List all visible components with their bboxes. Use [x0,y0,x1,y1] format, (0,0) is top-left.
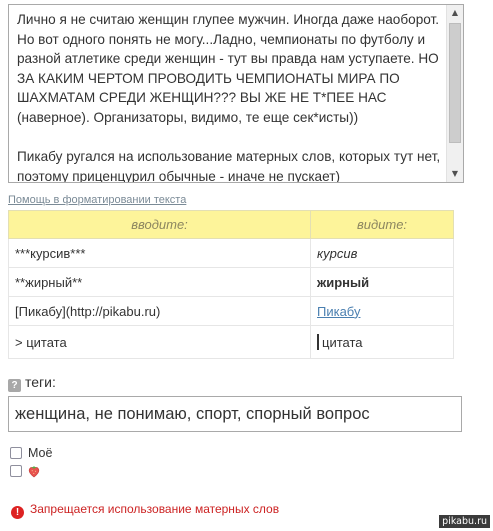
post-textarea[interactable]: Лично я не считаю женщин глупее мужчин. … [8,4,464,183]
table-row: ***курсив*** курсив [8,238,454,268]
table-cell-output: курсив [310,238,454,268]
strawberry-icon [28,464,40,481]
table-header-input: вводите: [8,210,311,239]
table-cell-output: Пикабу [310,296,454,326]
textarea-scrollbar[interactable]: ▲ ▼ [446,5,463,182]
post-textarea-content[interactable]: Лично я не считаю женщин глупее мужчин. … [17,10,445,183]
mine-checkbox[interactable] [10,447,22,459]
bold-example: жирный [317,274,370,290]
pikabu-watermark: pikabu.ru [439,515,490,528]
scrollbar-thumb[interactable] [449,23,461,143]
mine-label: Моё [28,446,53,460]
italic-example: курсив [317,245,358,261]
table-row: [Пикабу](http://pikabu.ru) Пикабу [8,296,454,326]
formatting-table: вводите: видите: ***курсив*** курсив **ж… [8,210,454,359]
post-paragraph-2: Пикабу ругался на использование матерных… [17,149,441,183]
scroll-up-icon[interactable]: ▲ [447,5,463,21]
table-header-output: видите: [310,210,454,239]
link-example[interactable]: Пикабу [317,304,360,319]
formatting-help-link[interactable]: Помощь в форматировании текста [8,194,186,206]
quote-bar-icon [317,334,319,350]
strawberry-checkbox[interactable] [10,465,22,477]
profanity-warning: ! Запрещается использование матерных слов [11,502,279,519]
table-cell-output: жирный [310,267,454,297]
table-cell-input: [Пикабу](http://pikabu.ru) [8,296,311,326]
table-cell-input: **жирный** [8,267,311,297]
quote-example: цитата [322,335,363,350]
tags-label-row: ? теги: [8,374,56,392]
table-cell-output: цитата [310,325,454,359]
warning-icon: ! [11,506,24,519]
table-row: > цитата цитата [8,325,454,359]
tags-label: теги: [25,374,56,390]
post-paragraph-1: Лично я не считаю женщин глупее мужчин. … [17,12,440,125]
mine-option[interactable]: Моё [10,446,52,462]
table-row: **жирный** жирный [8,267,454,297]
strawberry-option[interactable] [10,464,40,480]
table-cell-input: > цитата [8,325,311,359]
tags-input[interactable]: женщина, не понимаю, спорт, спорный вопр… [8,396,462,432]
warning-text: Запрещается использование матерных слов [30,502,280,516]
table-cell-input: ***курсив*** [8,238,311,268]
help-question-icon[interactable]: ? [8,379,21,392]
scroll-down-icon[interactable]: ▼ [447,166,463,182]
